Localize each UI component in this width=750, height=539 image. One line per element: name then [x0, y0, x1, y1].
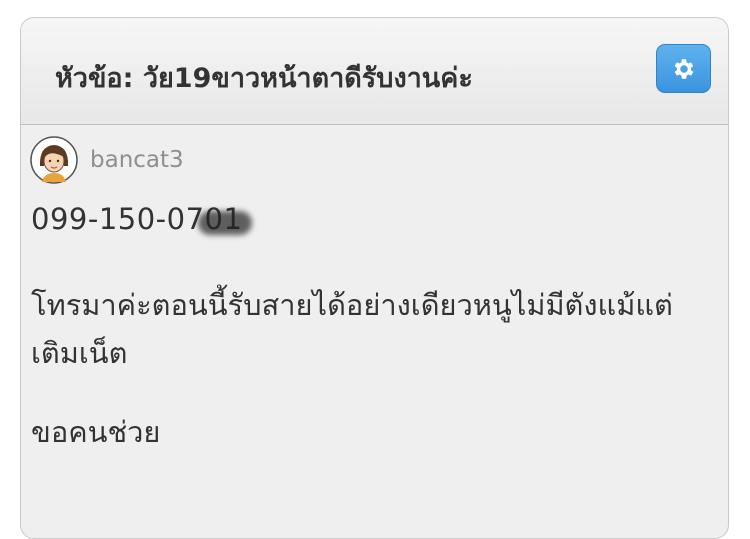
- topic-title: หัวข้อ: วัย19ขาวหน้าตาดีรับงานค่ะ: [55, 63, 473, 94]
- avatar[interactable]: [30, 136, 78, 184]
- redaction-smudge: [198, 211, 252, 235]
- topic-header: หัวข้อ: วัย19ขาวหน้าตาดีรับงานค่ะ: [21, 18, 728, 125]
- post-message: โทรมาค่ะตอนนี้รับสายได้อย่างเดียวหนูไม่ม…: [31, 288, 673, 370]
- topic-card: หัวข้อ: วัย19ขาวหน้าตาดีรับงานค่ะ bancat…: [20, 17, 729, 539]
- post-closing: ขอคนช่วย: [31, 415, 161, 449]
- user-avatar-icon: [30, 136, 78, 184]
- post-username[interactable]: bancat3: [90, 147, 184, 173]
- settings-button[interactable]: [656, 44, 711, 93]
- gear-icon: [674, 58, 693, 79]
